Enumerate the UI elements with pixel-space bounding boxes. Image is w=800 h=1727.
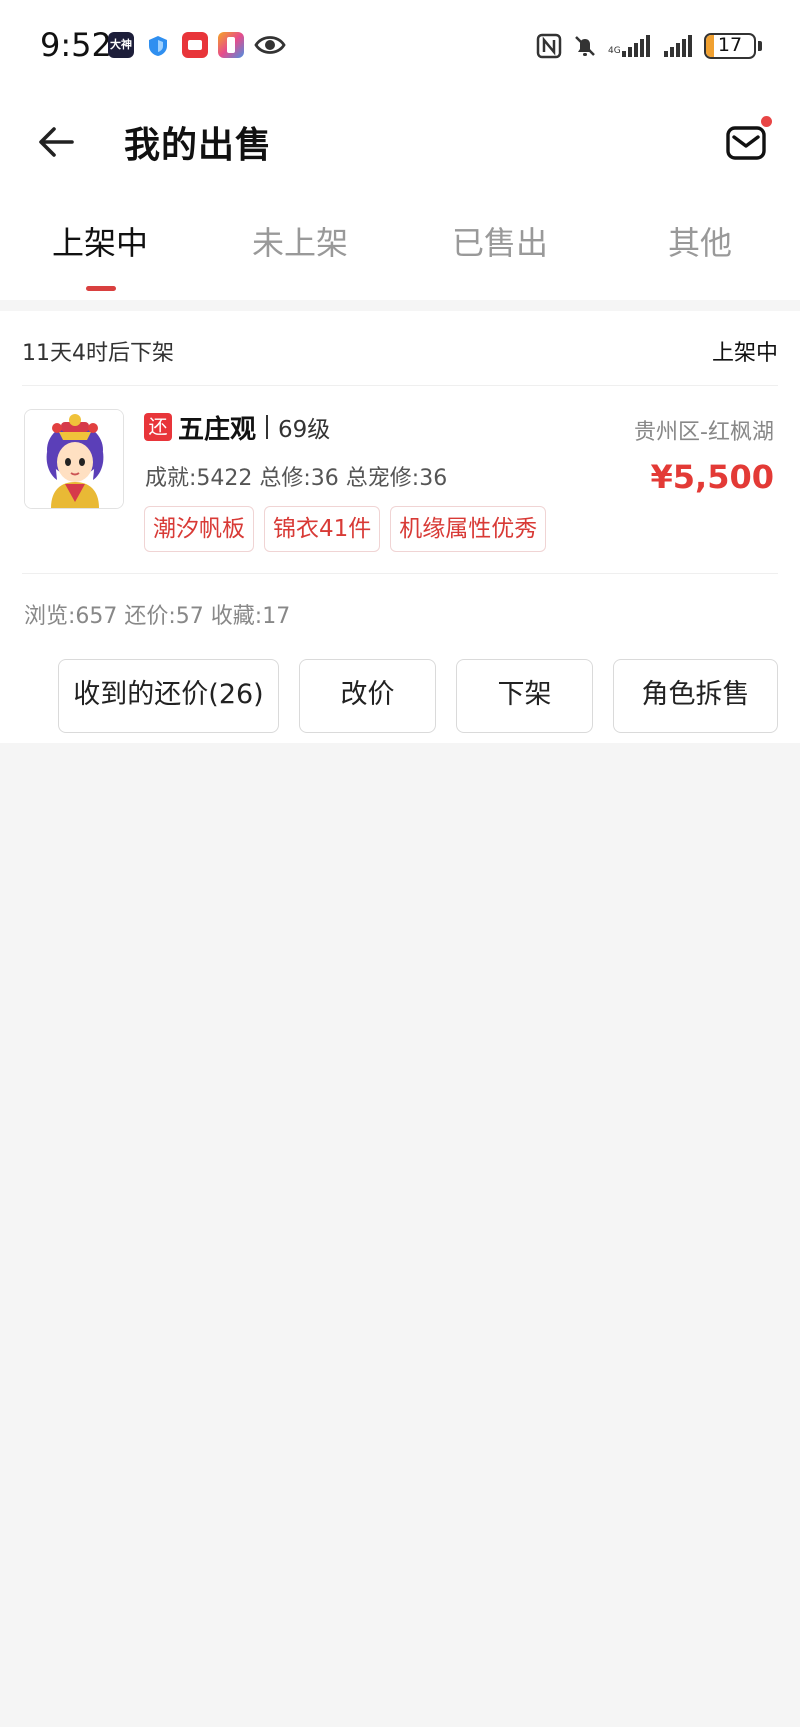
page-title: 我的出售 xyxy=(124,125,273,166)
action-bar: 收到的还价(26) 改价 下架 角色拆售 xyxy=(0,659,800,735)
return-badge: 还 xyxy=(144,413,172,441)
listing-status: 上架中 xyxy=(711,341,778,366)
role-name-row: 还 五庄观 69级 xyxy=(144,409,330,445)
signal-4g-icon: 4G xyxy=(608,35,650,57)
delist-button[interactable]: 下架 xyxy=(456,659,593,733)
feature-tag: 机缘属性优秀 xyxy=(390,506,547,552)
mute-bell-icon xyxy=(575,36,595,56)
tab-active-indicator xyxy=(86,286,116,291)
split-sale-button[interactable]: 角色拆售 xyxy=(613,659,778,733)
view-stats: 浏览:657 还价:57 收藏:17 xyxy=(24,604,291,629)
expire-countdown: 11天4时后下架 xyxy=(22,341,174,366)
role-stats: 成就:5422 总修:36 总宠修:36 xyxy=(145,466,448,491)
battery-tip xyxy=(758,41,762,51)
divider xyxy=(22,385,778,386)
character-portrait-icon xyxy=(25,410,123,508)
battery-level: 17 xyxy=(717,34,743,56)
tab-other[interactable]: 其他 xyxy=(600,192,800,300)
feature-tag: 锦衣41件 xyxy=(264,506,381,552)
role-avatar[interactable] xyxy=(24,409,124,509)
tab-label: 已售出 xyxy=(451,224,548,262)
offers-received-button[interactable]: 收到的还价(26) xyxy=(58,659,279,733)
feature-tags: 潮汐帆板 锦衣41件 机缘属性优秀 xyxy=(144,506,547,552)
role-level: 69级 xyxy=(278,417,331,443)
feature-tag: 潮汐帆板 xyxy=(144,506,254,552)
dashen-app-icon: 大神 xyxy=(108,32,134,58)
role-name: 五庄观 xyxy=(178,414,257,445)
message-button[interactable] xyxy=(724,116,774,166)
tab-label: 未上架 xyxy=(251,224,348,262)
svg-text:4G: 4G xyxy=(608,46,621,56)
battery-icon: 17 xyxy=(704,33,756,59)
listing-price: ¥5,500 xyxy=(650,458,774,496)
divider xyxy=(22,573,778,574)
tab-bar: 上架中 未上架 已售出 其他 xyxy=(0,192,800,300)
name-separator xyxy=(266,415,269,439)
listing-card[interactable]: 11天4时后下架 上架中 还 五庄观 69级 贵州区-红枫湖 成就:5422 总… xyxy=(0,311,800,743)
tab-unlisted[interactable]: 未上架 xyxy=(200,192,400,300)
change-price-button[interactable]: 改价 xyxy=(299,659,436,733)
arrow-left-icon xyxy=(39,127,74,157)
tab-label: 上架中 xyxy=(51,224,148,262)
signal-icon xyxy=(664,35,692,57)
tab-sold[interactable]: 已售出 xyxy=(400,192,600,300)
status-right-group: 4G 17 xyxy=(536,30,762,62)
envelope-icon xyxy=(726,126,766,160)
gradient-app-icon xyxy=(218,32,244,58)
red-app-icon xyxy=(182,32,208,58)
tab-listed[interactable]: 上架中 xyxy=(0,192,200,300)
status-bar: 9:52 大神 4G 17 xyxy=(0,0,800,92)
nfc-icon xyxy=(536,33,562,59)
eye-icon xyxy=(254,36,286,54)
status-time: 9:52 xyxy=(40,26,112,64)
shield-app-icon xyxy=(149,36,167,56)
tab-label: 其他 xyxy=(667,224,732,262)
message-badge-dot xyxy=(761,116,772,127)
header-bar: 我的出售 xyxy=(0,92,800,192)
back-button[interactable] xyxy=(32,118,80,166)
server-name: 贵州区-红枫湖 xyxy=(634,420,774,445)
listing-card-header: 11天4时后下架 上架中 xyxy=(0,311,800,385)
